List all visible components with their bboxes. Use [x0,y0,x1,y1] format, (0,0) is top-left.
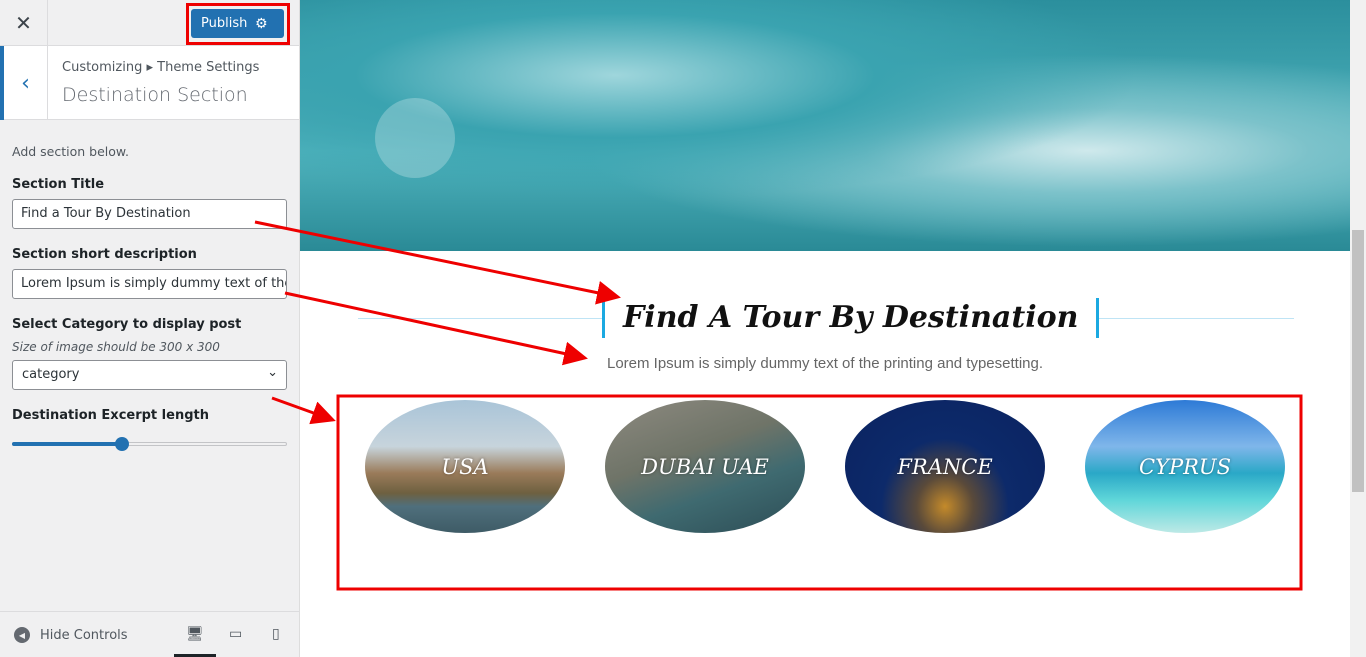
section-title-input[interactable]: Find a Tour By Destination [12,199,287,229]
destination-card[interactable]: CYPRUS [1085,400,1285,533]
site-preview: Find A Tour By Destination Lorem Ipsum i… [300,0,1350,657]
scrollbar-thumb[interactable] [1352,230,1364,492]
publish-button[interactable]: Publish ⚙ [191,9,284,38]
slider-thumb[interactable] [115,437,129,451]
section-note: Add section below. [12,144,129,159]
close-icon[interactable]: ✕ [0,0,48,46]
destination-name: USA [441,454,489,479]
destination-section-description: Lorem Ipsum is simply dummy text of the … [606,355,1044,372]
excerpt-length-label: Destination Excerpt length [12,408,209,423]
desktop-preview-icon[interactable]: 🖥 [186,626,204,642]
customizer-sidebar: ✕ Publish ⚙ ‹ Customizing ▸ Theme Settin… [0,0,300,657]
section-header: ‹ Customizing ▸ Theme Settings Destinati… [0,46,299,120]
mobile-preview-icon[interactable]: ▯ [272,626,280,642]
slider-fill [12,442,122,446]
arrow-left-circle-icon: ◀ [14,627,30,643]
category-select[interactable]: category ⌄ [12,360,287,390]
destination-card[interactable]: DUBAI UAE [605,400,805,533]
hero-bokeh [375,98,455,178]
section-title-label: Section Title [12,177,105,192]
customizer-footer: ◀ Hide Controls 🖥 ▭ ▯ [0,611,299,657]
excerpt-length-slider[interactable] [12,437,287,451]
category-hint: Size of image should be 300 x 300 [12,340,220,354]
chevron-down-icon: ⌄ [267,365,278,380]
hide-controls-label: Hide Controls [40,627,128,643]
destination-name: CYPRUS [1139,454,1231,479]
destination-name: DUBAI UAE [641,454,769,479]
gear-icon[interactable]: ⚙ [255,16,268,32]
destination-card[interactable]: FRANCE [845,400,1045,533]
category-value: category [22,367,80,382]
back-chevron-icon[interactable]: ‹ [0,46,48,120]
page-title: Destination Section [62,84,248,106]
destination-name: FRANCE [897,454,993,479]
hide-controls-button[interactable]: ◀ Hide Controls [14,627,128,643]
tablet-preview-icon[interactable]: ▭ [229,626,242,642]
destination-card[interactable]: USA [365,400,565,533]
category-label: Select Category to display post [12,317,242,332]
publish-label: Publish [201,16,248,31]
customizer-header: ✕ Publish ⚙ [0,0,299,46]
breadcrumb: Customizing ▸ Theme Settings [62,60,260,75]
section-description-input[interactable]: Lorem Ipsum is simply dummy text of the [12,269,287,299]
section-description-label: Section short description [12,247,197,262]
hero-image [300,0,1350,251]
destination-section-title: Find A Tour By Destination [602,298,1100,338]
